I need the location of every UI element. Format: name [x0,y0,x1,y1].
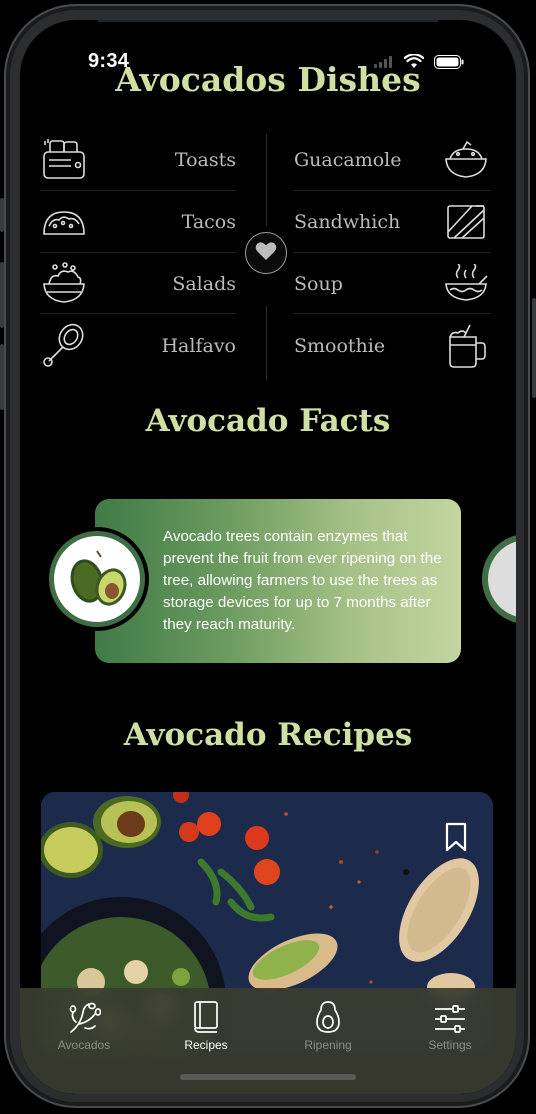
dish-item-toasts[interactable]: Toasts [40,130,236,190]
row-separator [40,190,236,191]
tab-label: Recipes [184,1038,228,1052]
cellular-icon [374,55,394,73]
fact-card[interactable]: Avocado trees contain enzymes that preve… [95,499,461,663]
dish-label: Sandwhich [294,211,401,233]
dish-item-soup[interactable]: Soup [294,254,490,314]
grid-divider-lower [266,306,267,380]
silent-switch [0,198,4,232]
volume-down-button [0,344,4,410]
avocado-icon [266,990,390,1034]
battery-icon [434,54,464,74]
guacamole-bowl-icon [442,136,490,184]
dish-label: Tacos [181,211,236,233]
dish-label: Guacamole [294,149,402,171]
toaster-icon [40,136,88,184]
dish-item-halfavo[interactable]: Halfavo [40,316,236,376]
tab-ripening[interactable]: Ripening [266,988,390,1068]
tab-label: Ripening [304,1038,352,1052]
tab-avocados[interactable]: Avocados [22,988,146,1068]
next-fact-image[interactable] [482,534,516,624]
recipes-section-title: Avocado Recipes [123,717,413,753]
dish-item-tacos[interactable]: Tacos [40,192,236,252]
volume-up-button [0,262,4,328]
dish-label: Salads [172,273,236,295]
soup-bowl-icon [442,260,490,308]
status-time: 9:34 [88,50,130,72]
dishes-grid: Toasts Tacos Salads Halfavo Guacamole Sa… [40,130,492,380]
tab-recipes[interactable]: Recipes [144,988,268,1068]
power-button [532,298,536,398]
dish-item-salads[interactable]: Salads [40,254,236,314]
half-avocado-icon [40,322,88,370]
status-icons [374,53,464,74]
sliders-icon [388,990,512,1034]
taco-icon [40,198,88,246]
grid-divider-upper [266,134,267,226]
status-bar: 9:34 [20,20,516,112]
tab-label: Settings [428,1038,472,1052]
avocado-photo [70,550,127,606]
heart-icon [255,241,277,266]
tab-label: Avocados [57,1038,111,1052]
dynamic-island-edge [98,20,438,22]
row-separator [294,190,490,191]
fact-image [45,527,149,631]
row-separator [40,252,236,253]
dish-item-sandwich[interactable]: Sandwhich [294,192,490,252]
home-indicator[interactable] [180,1074,356,1080]
dish-label: Smoothie [294,335,386,357]
tab-settings[interactable]: Settings [388,988,512,1068]
facts-section-title: Avocado Facts [145,403,391,439]
salad-bowl-icon [40,260,88,308]
dish-item-smoothie[interactable]: Smoothie [294,316,490,376]
row-separator [294,252,490,253]
wifi-icon [403,53,425,74]
fact-text: Avocado trees contain enzymes that preve… [163,528,442,633]
smoothie-jar-icon [442,322,490,370]
sandwich-icon [442,198,490,246]
dish-item-guacamole[interactable]: Guacamole [294,130,490,190]
favorites-button[interactable] [245,232,287,274]
avocado-branch-icon [22,990,146,1034]
dish-label: Halfavo [161,335,236,357]
app-screen: 9:34 Avocados Dishes Toasts Tacos Salads… [20,20,516,1094]
dish-label: Soup [294,273,343,295]
dish-label: Toasts [174,149,236,171]
book-icon [144,990,268,1034]
bookmark-icon[interactable] [445,822,467,857]
